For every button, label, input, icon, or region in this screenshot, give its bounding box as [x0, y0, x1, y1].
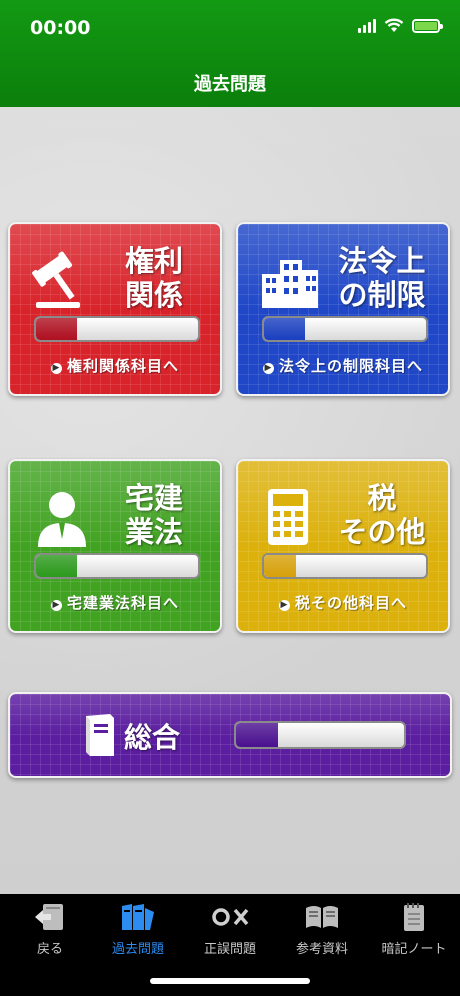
battery-icon [412, 18, 443, 33]
card-zei-sonota[interactable]: 税 その他 ▶ 税その他科目へ [236, 459, 450, 633]
progress-bar [234, 721, 406, 749]
card-title-line2: 業法 [124, 515, 183, 549]
signal-icon [358, 18, 376, 33]
arrow-right-icon: ▶ [50, 600, 62, 611]
main-content: 権利 関係 ▶ 権利関係科目へ 法令上 の制限 ▶ 法令上の制限科目へ 宅建 業… [0, 107, 460, 894]
gavel-icon [32, 251, 80, 308]
arrow-right-icon: ▶ [278, 600, 290, 611]
tab-label: 暗記ノート [381, 942, 447, 957]
card-link[interactable]: ▶ 権利関係科目へ [10, 355, 220, 376]
progress-fill [264, 555, 297, 577]
books-icon [122, 904, 154, 930]
notebook-icon [404, 903, 424, 931]
card-title-line2: その他 [338, 515, 426, 549]
page-title: 過去問題 [194, 74, 266, 95]
card-title-line1: 税 [367, 481, 397, 515]
card-title-line1: 権利 [124, 244, 183, 278]
progress-fill [36, 318, 77, 340]
ox-icon [212, 908, 249, 926]
card-link[interactable]: ▶ 法令上の制限科目へ [238, 355, 448, 376]
card-title-line2: 関係 [124, 278, 183, 312]
tab-back[interactable]: 戻る [4, 902, 96, 957]
open-book-icon [306, 906, 338, 928]
progress-bar [262, 316, 428, 342]
header: 00:00 過去問題 [0, 0, 460, 107]
card-title-line1: 法令上 [338, 244, 426, 278]
home-indicator[interactable] [150, 978, 310, 984]
back-icon [35, 904, 63, 930]
wifi-icon [384, 18, 404, 32]
card-link-label: 税その他科目へ [294, 594, 407, 612]
card-link[interactable]: ▶ 税その他科目へ [238, 592, 448, 613]
card-link[interactable]: ▶ 宅建業法科目へ [10, 592, 220, 613]
tab-anki-note[interactable]: 暗記ノート [368, 902, 460, 957]
status-time: 00:00 [30, 17, 91, 39]
card-title-line1: 宅建 [124, 481, 183, 515]
progress-bar [262, 553, 428, 579]
card-takken-gyouhou[interactable]: 宅建 業法 ▶ 宅建業法科目へ [8, 459, 222, 633]
progress-bar [34, 316, 200, 342]
tab-sankou-shiryou[interactable]: 参考資料 [276, 902, 368, 957]
person-icon [38, 492, 86, 547]
card-link-label: 権利関係科目へ [66, 357, 179, 375]
card-title-line2: の制限 [338, 278, 426, 312]
progress-fill [236, 723, 278, 747]
card-kenri-kankei[interactable]: 権利 関係 ▶ 権利関係科目へ [8, 222, 222, 396]
tab-label: 参考資料 [295, 942, 348, 957]
calculator-icon [268, 489, 308, 545]
card-hourei-seigen[interactable]: 法令上 の制限 ▶ 法令上の制限科目へ [236, 222, 450, 396]
tab-label: 戻る [36, 942, 63, 957]
card-title: 総合 [124, 721, 181, 754]
status-icons [358, 18, 443, 33]
tab-label: 過去問題 [111, 942, 164, 957]
tab-kako-mondai[interactable]: 過去問題 [92, 902, 184, 957]
arrow-right-icon: ▶ [50, 363, 62, 374]
buildings-icon [262, 260, 318, 308]
progress-fill [264, 318, 305, 340]
arrow-right-icon: ▶ [262, 363, 274, 374]
tab-label: 正誤問題 [203, 942, 256, 957]
card-sogo[interactable]: 総合 [8, 692, 452, 778]
book-icon [86, 714, 114, 756]
progress-bar [34, 553, 200, 579]
tab-seigo-mondai[interactable]: 正誤問題 [184, 902, 276, 957]
card-link-label: 宅建業法科目へ [66, 594, 179, 612]
card-link-label: 法令上の制限科目へ [278, 357, 423, 375]
progress-fill [36, 555, 77, 577]
